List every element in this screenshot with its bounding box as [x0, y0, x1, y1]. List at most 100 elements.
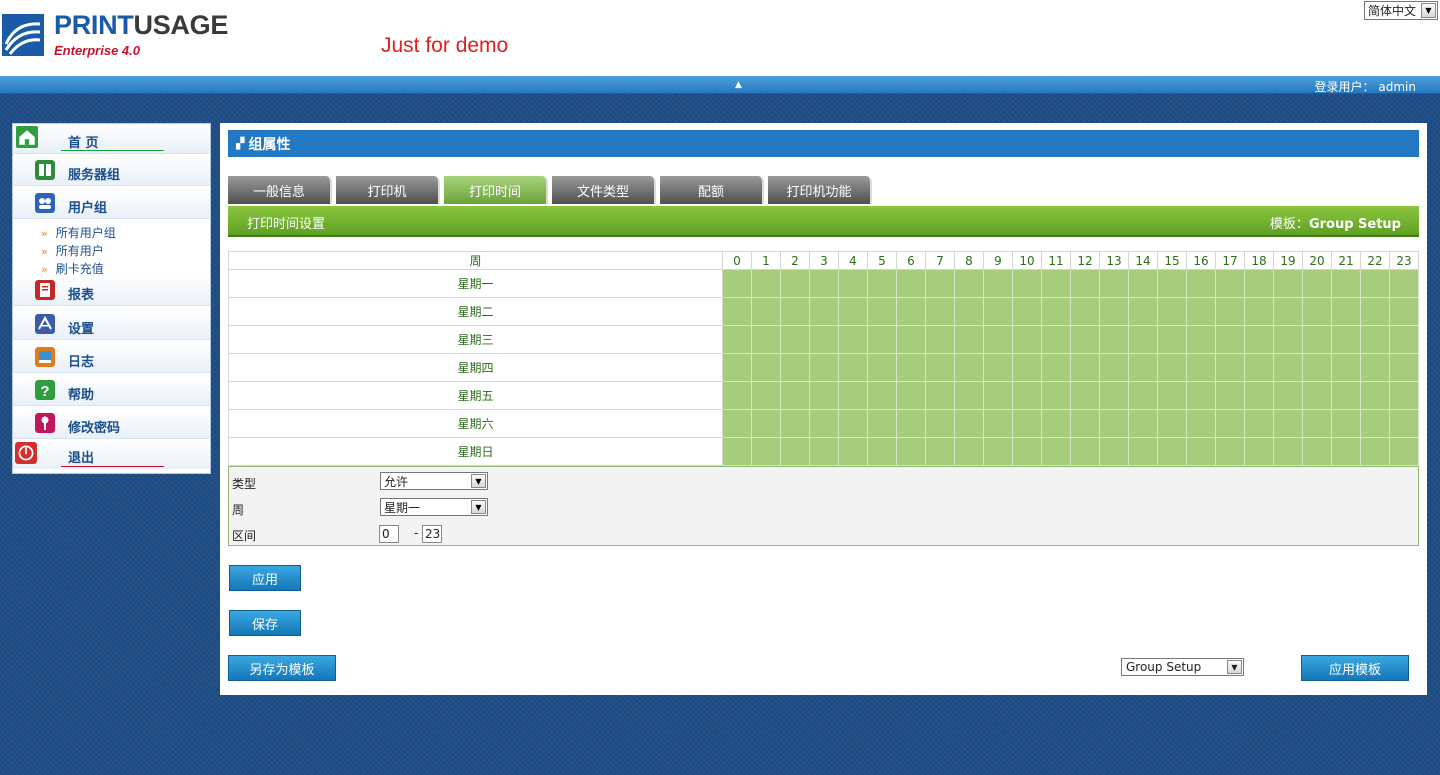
grid-time-cell[interactable] — [1273, 325, 1303, 354]
grid-time-cell[interactable] — [1389, 381, 1419, 410]
grid-time-cell[interactable] — [1186, 297, 1216, 326]
tab-printer[interactable]: 打印机 — [336, 176, 440, 204]
grid-time-cell[interactable] — [1331, 381, 1361, 410]
grid-time-cell[interactable] — [1012, 381, 1042, 410]
grid-time-cell[interactable] — [1157, 297, 1187, 326]
grid-time-cell[interactable] — [1331, 297, 1361, 326]
grid-time-cell[interactable] — [809, 409, 839, 438]
grid-time-cell[interactable] — [1012, 437, 1042, 466]
grid-time-cell[interactable] — [867, 409, 897, 438]
grid-time-cell[interactable] — [838, 409, 868, 438]
grid-time-cell[interactable] — [867, 437, 897, 466]
sidebar-subitem-all-user-groups[interactable]: » 所有用户组 — [41, 224, 116, 241]
sidebar-item-reports[interactable]: 报表 — [13, 276, 210, 306]
grid-time-cell[interactable] — [1302, 269, 1332, 298]
grid-time-cell[interactable] — [1389, 269, 1419, 298]
grid-time-cell[interactable] — [1157, 325, 1187, 354]
grid-time-cell[interactable] — [983, 297, 1013, 326]
grid-time-cell[interactable] — [838, 353, 868, 382]
grid-time-cell[interactable] — [983, 381, 1013, 410]
grid-time-cell[interactable] — [1157, 409, 1187, 438]
grid-time-cell[interactable] — [1389, 437, 1419, 466]
tab-print-time[interactable]: 打印时间 — [444, 176, 548, 204]
save-as-template-button[interactable]: 另存为模板 — [228, 655, 336, 681]
grid-time-cell[interactable] — [838, 297, 868, 326]
grid-time-cell[interactable] — [1360, 297, 1390, 326]
tab-general-info[interactable]: 一般信息 — [228, 176, 332, 204]
grid-time-cell[interactable] — [1244, 437, 1274, 466]
grid-time-cell[interactable] — [1157, 437, 1187, 466]
range-to-input[interactable]: 23 — [422, 525, 442, 543]
grid-time-cell[interactable] — [1244, 381, 1274, 410]
grid-time-cell[interactable] — [1099, 325, 1129, 354]
grid-time-cell[interactable] — [809, 381, 839, 410]
grid-time-cell[interactable] — [867, 325, 897, 354]
grid-time-cell[interactable] — [925, 269, 955, 298]
sidebar-item-server-group[interactable]: 服务器组 — [13, 156, 210, 186]
grid-time-cell[interactable] — [1012, 409, 1042, 438]
grid-time-cell[interactable] — [954, 381, 984, 410]
grid-time-cell[interactable] — [896, 297, 926, 326]
grid-time-cell[interactable] — [1273, 409, 1303, 438]
grid-time-cell[interactable] — [751, 381, 781, 410]
grid-time-cell[interactable] — [925, 409, 955, 438]
save-button[interactable]: 保存 — [229, 610, 301, 636]
grid-time-cell[interactable] — [954, 353, 984, 382]
grid-time-cell[interactable] — [1360, 325, 1390, 354]
grid-time-cell[interactable] — [751, 437, 781, 466]
grid-time-cell[interactable] — [925, 437, 955, 466]
type-select[interactable]: 允许 ▼ — [380, 472, 488, 490]
grid-time-cell[interactable] — [1215, 437, 1245, 466]
grid-time-cell[interactable] — [722, 269, 752, 298]
sidebar-subitem-all-users[interactable]: » 所有用户 — [41, 242, 104, 259]
grid-time-cell[interactable] — [1302, 325, 1332, 354]
grid-time-cell[interactable] — [954, 437, 984, 466]
grid-time-cell[interactable] — [1244, 297, 1274, 326]
grid-time-cell[interactable] — [896, 437, 926, 466]
grid-time-cell[interactable] — [1215, 297, 1245, 326]
grid-time-cell[interactable] — [1302, 297, 1332, 326]
grid-time-cell[interactable] — [722, 325, 752, 354]
grid-time-cell[interactable] — [1215, 409, 1245, 438]
grid-time-cell[interactable] — [867, 297, 897, 326]
grid-time-cell[interactable] — [1128, 409, 1158, 438]
grid-time-cell[interactable] — [1012, 325, 1042, 354]
grid-time-cell[interactable] — [838, 269, 868, 298]
grid-time-cell[interactable] — [780, 437, 810, 466]
grid-time-cell[interactable] — [983, 437, 1013, 466]
grid-time-cell[interactable] — [983, 409, 1013, 438]
collapse-header-icon[interactable]: ▲ — [735, 80, 742, 90]
grid-time-cell[interactable] — [722, 297, 752, 326]
grid-time-cell[interactable] — [1360, 269, 1390, 298]
grid-time-cell[interactable] — [1128, 353, 1158, 382]
sidebar-item-help[interactable]: ? 帮助 — [13, 376, 210, 406]
grid-time-cell[interactable] — [1302, 353, 1332, 382]
grid-time-cell[interactable] — [1273, 297, 1303, 326]
grid-time-cell[interactable] — [1331, 269, 1361, 298]
grid-time-cell[interactable] — [1012, 353, 1042, 382]
grid-time-cell[interactable] — [1302, 381, 1332, 410]
grid-time-cell[interactable] — [983, 325, 1013, 354]
grid-time-cell[interactable] — [1070, 269, 1100, 298]
tab-file-type[interactable]: 文件类型 — [552, 176, 656, 204]
grid-time-cell[interactable] — [867, 269, 897, 298]
grid-time-cell[interactable] — [1012, 297, 1042, 326]
grid-time-cell[interactable] — [1186, 409, 1216, 438]
grid-time-cell[interactable] — [1302, 437, 1332, 466]
grid-time-cell[interactable] — [1331, 437, 1361, 466]
grid-time-cell[interactable] — [954, 325, 984, 354]
grid-time-cell[interactable] — [1041, 409, 1071, 438]
grid-time-cell[interactable] — [1070, 353, 1100, 382]
grid-time-cell[interactable] — [983, 353, 1013, 382]
grid-time-cell[interactable] — [925, 353, 955, 382]
grid-time-cell[interactable] — [896, 325, 926, 354]
grid-time-cell[interactable] — [722, 437, 752, 466]
grid-time-cell[interactable] — [1215, 353, 1245, 382]
sidebar-item-logout[interactable]: 退出 — [13, 439, 210, 469]
grid-time-cell[interactable] — [1215, 269, 1245, 298]
grid-time-cell[interactable] — [896, 269, 926, 298]
grid-time-cell[interactable] — [780, 297, 810, 326]
grid-time-cell[interactable] — [838, 381, 868, 410]
grid-time-cell[interactable] — [1244, 269, 1274, 298]
grid-time-cell[interactable] — [780, 409, 810, 438]
